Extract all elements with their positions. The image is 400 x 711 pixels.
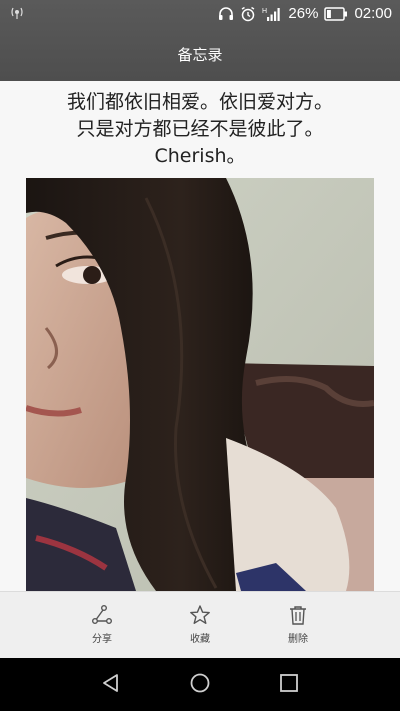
battery-icon <box>324 6 348 21</box>
delete-label: 删除 <box>288 634 308 645</box>
star-icon <box>190 605 210 624</box>
back-icon <box>103 674 118 692</box>
note-text[interactable]: 我们都依旧相爱。依旧爱对方。 只是对方都已经不是彼此了。 Cherish。 <box>0 89 400 170</box>
signal-icon: H <box>262 6 282 22</box>
usb-debug-icon <box>10 6 24 24</box>
share-button[interactable]: 分享 <box>72 604 132 645</box>
alarm-icon <box>240 6 256 22</box>
delete-button[interactable]: 删除 <box>268 604 328 645</box>
header: H 26% 02:00 备忘录 <box>0 0 400 81</box>
recents-icon <box>280 674 298 692</box>
battery-fill <box>327 9 332 18</box>
back-button[interactable] <box>100 672 122 698</box>
page-title: 备忘录 <box>177 46 223 64</box>
note-content[interactable]: 我们都依旧相爱。依旧爱对方。 只是对方都已经不是彼此了。 Cherish。 <box>0 81 400 591</box>
share-label: 分享 <box>92 634 112 645</box>
action-bar: 分享 收藏 删除 <box>0 591 400 659</box>
favorite-button[interactable]: 收藏 <box>170 604 230 645</box>
share-icon <box>92 605 112 624</box>
note-photo[interactable] <box>26 178 374 591</box>
home-icon <box>190 673 210 693</box>
trash-icon <box>290 606 306 625</box>
signal-label: H <box>262 8 267 15</box>
recents-button[interactable] <box>278 672 300 698</box>
note-line-3: Cherish。 <box>154 145 246 167</box>
home-button[interactable] <box>189 672 211 698</box>
note-line-1: 我们都依旧相爱。依旧爱对方。 <box>66 91 333 113</box>
battery-percent: 26% <box>288 5 319 22</box>
favorite-label: 收藏 <box>190 634 210 645</box>
headphones-icon <box>218 6 234 22</box>
note-line-2: 只是对方都已经不是彼此了。 <box>76 118 324 140</box>
navigation-bar <box>0 658 400 711</box>
status-bar: H 26% 02:00 <box>0 0 400 30</box>
clock-time: 02:00 <box>354 5 392 22</box>
